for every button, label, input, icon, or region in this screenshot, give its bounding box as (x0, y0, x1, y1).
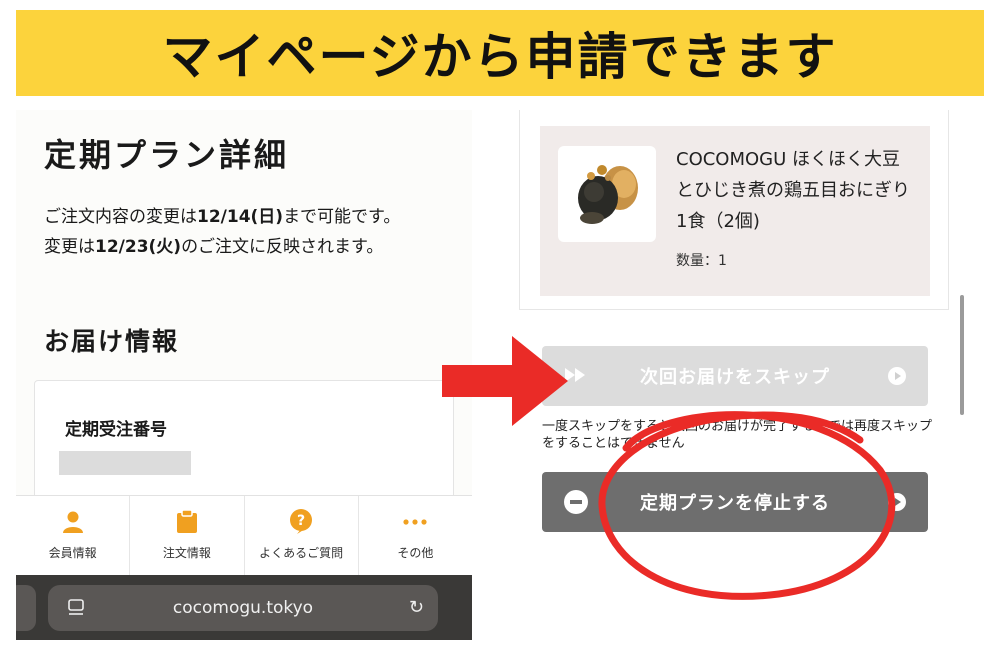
nav-item-order-info[interactable]: 注文情報 (130, 496, 245, 575)
product-name: COCOMOGU ほくほく大豆とひじき煮の鶏五目おにぎり 1食（2個) (676, 149, 910, 232)
header-banner: マイページから申請できます (16, 10, 984, 96)
nav-item-faq[interactable]: ? よくあるご質問 (245, 496, 359, 575)
previous-tab[interactable] (16, 585, 36, 631)
fast-forward-icon (564, 366, 588, 388)
address-bar[interactable]: cocomogu.tokyo ↻ (48, 585, 438, 631)
browser-bar: cocomogu.tokyo ↻ (16, 575, 472, 640)
skip-note: 一度スキップをすると次回のお届けが完了するまでは再度スキップをすることはできませ… (542, 419, 933, 451)
banner-title: マイページから申請できます (162, 28, 838, 86)
person-icon (60, 510, 86, 534)
svg-text:?: ? (297, 513, 305, 529)
delivery-info-title: お届け情報 (44, 327, 180, 356)
skip-next-delivery-button[interactable]: 次回お届けをスキップ (542, 346, 928, 406)
order-number-redacted (59, 451, 191, 475)
page-title: 定期プラン詳細 (44, 136, 290, 174)
product-quantity: 数量：1 (676, 253, 727, 269)
bottom-nav: 会員情報 注文情報 ? よくあるご質問 その他 (16, 495, 472, 575)
chevron-right-icon (888, 367, 906, 385)
nav-item-other[interactable]: その他 (359, 496, 472, 575)
order-number-label: 定期受注番号 (65, 420, 167, 440)
subscription-actions-panel: COCOMOGU ほくほく大豆とひじき煮の鶏五目おにぎり 1食（2個) 数量：1… (505, 110, 967, 600)
stop-plan-button[interactable]: 定期プランを停止する (542, 472, 928, 532)
question-icon: ? (288, 509, 314, 534)
scrollbar[interactable] (960, 295, 964, 415)
reload-icon[interactable]: ↻ (409, 597, 424, 618)
more-icon (402, 510, 428, 534)
minus-circle-icon (564, 490, 588, 514)
nav-item-member-info[interactable]: 会員情報 (16, 496, 131, 575)
url-text: cocomogu.tokyo (172, 598, 314, 618)
chevron-right-icon (888, 493, 906, 511)
stop-button-label: 定期プランを停止する (640, 493, 830, 514)
change-deadline-note: ご注文内容の変更は12/14(日)まで可能です。 変更は12/23(火)のご注文… (44, 207, 401, 257)
product-card: COCOMOGU ほくほく大豆とひじき煮の鶏五目おにぎり 1食（2個) 数量：1 (519, 110, 949, 310)
plan-detail-panel: 定期プラン詳細 ご注文内容の変更は12/14(日)まで可能です。 変更は12/2… (16, 110, 472, 640)
product-item: COCOMOGU ほくほく大豆とひじき煮の鶏五目おにぎり 1食（2個) 数量：1 (540, 126, 930, 296)
skip-button-label: 次回お届けをスキップ (640, 367, 830, 388)
product-image (558, 146, 656, 242)
clipboard-icon (174, 510, 200, 534)
